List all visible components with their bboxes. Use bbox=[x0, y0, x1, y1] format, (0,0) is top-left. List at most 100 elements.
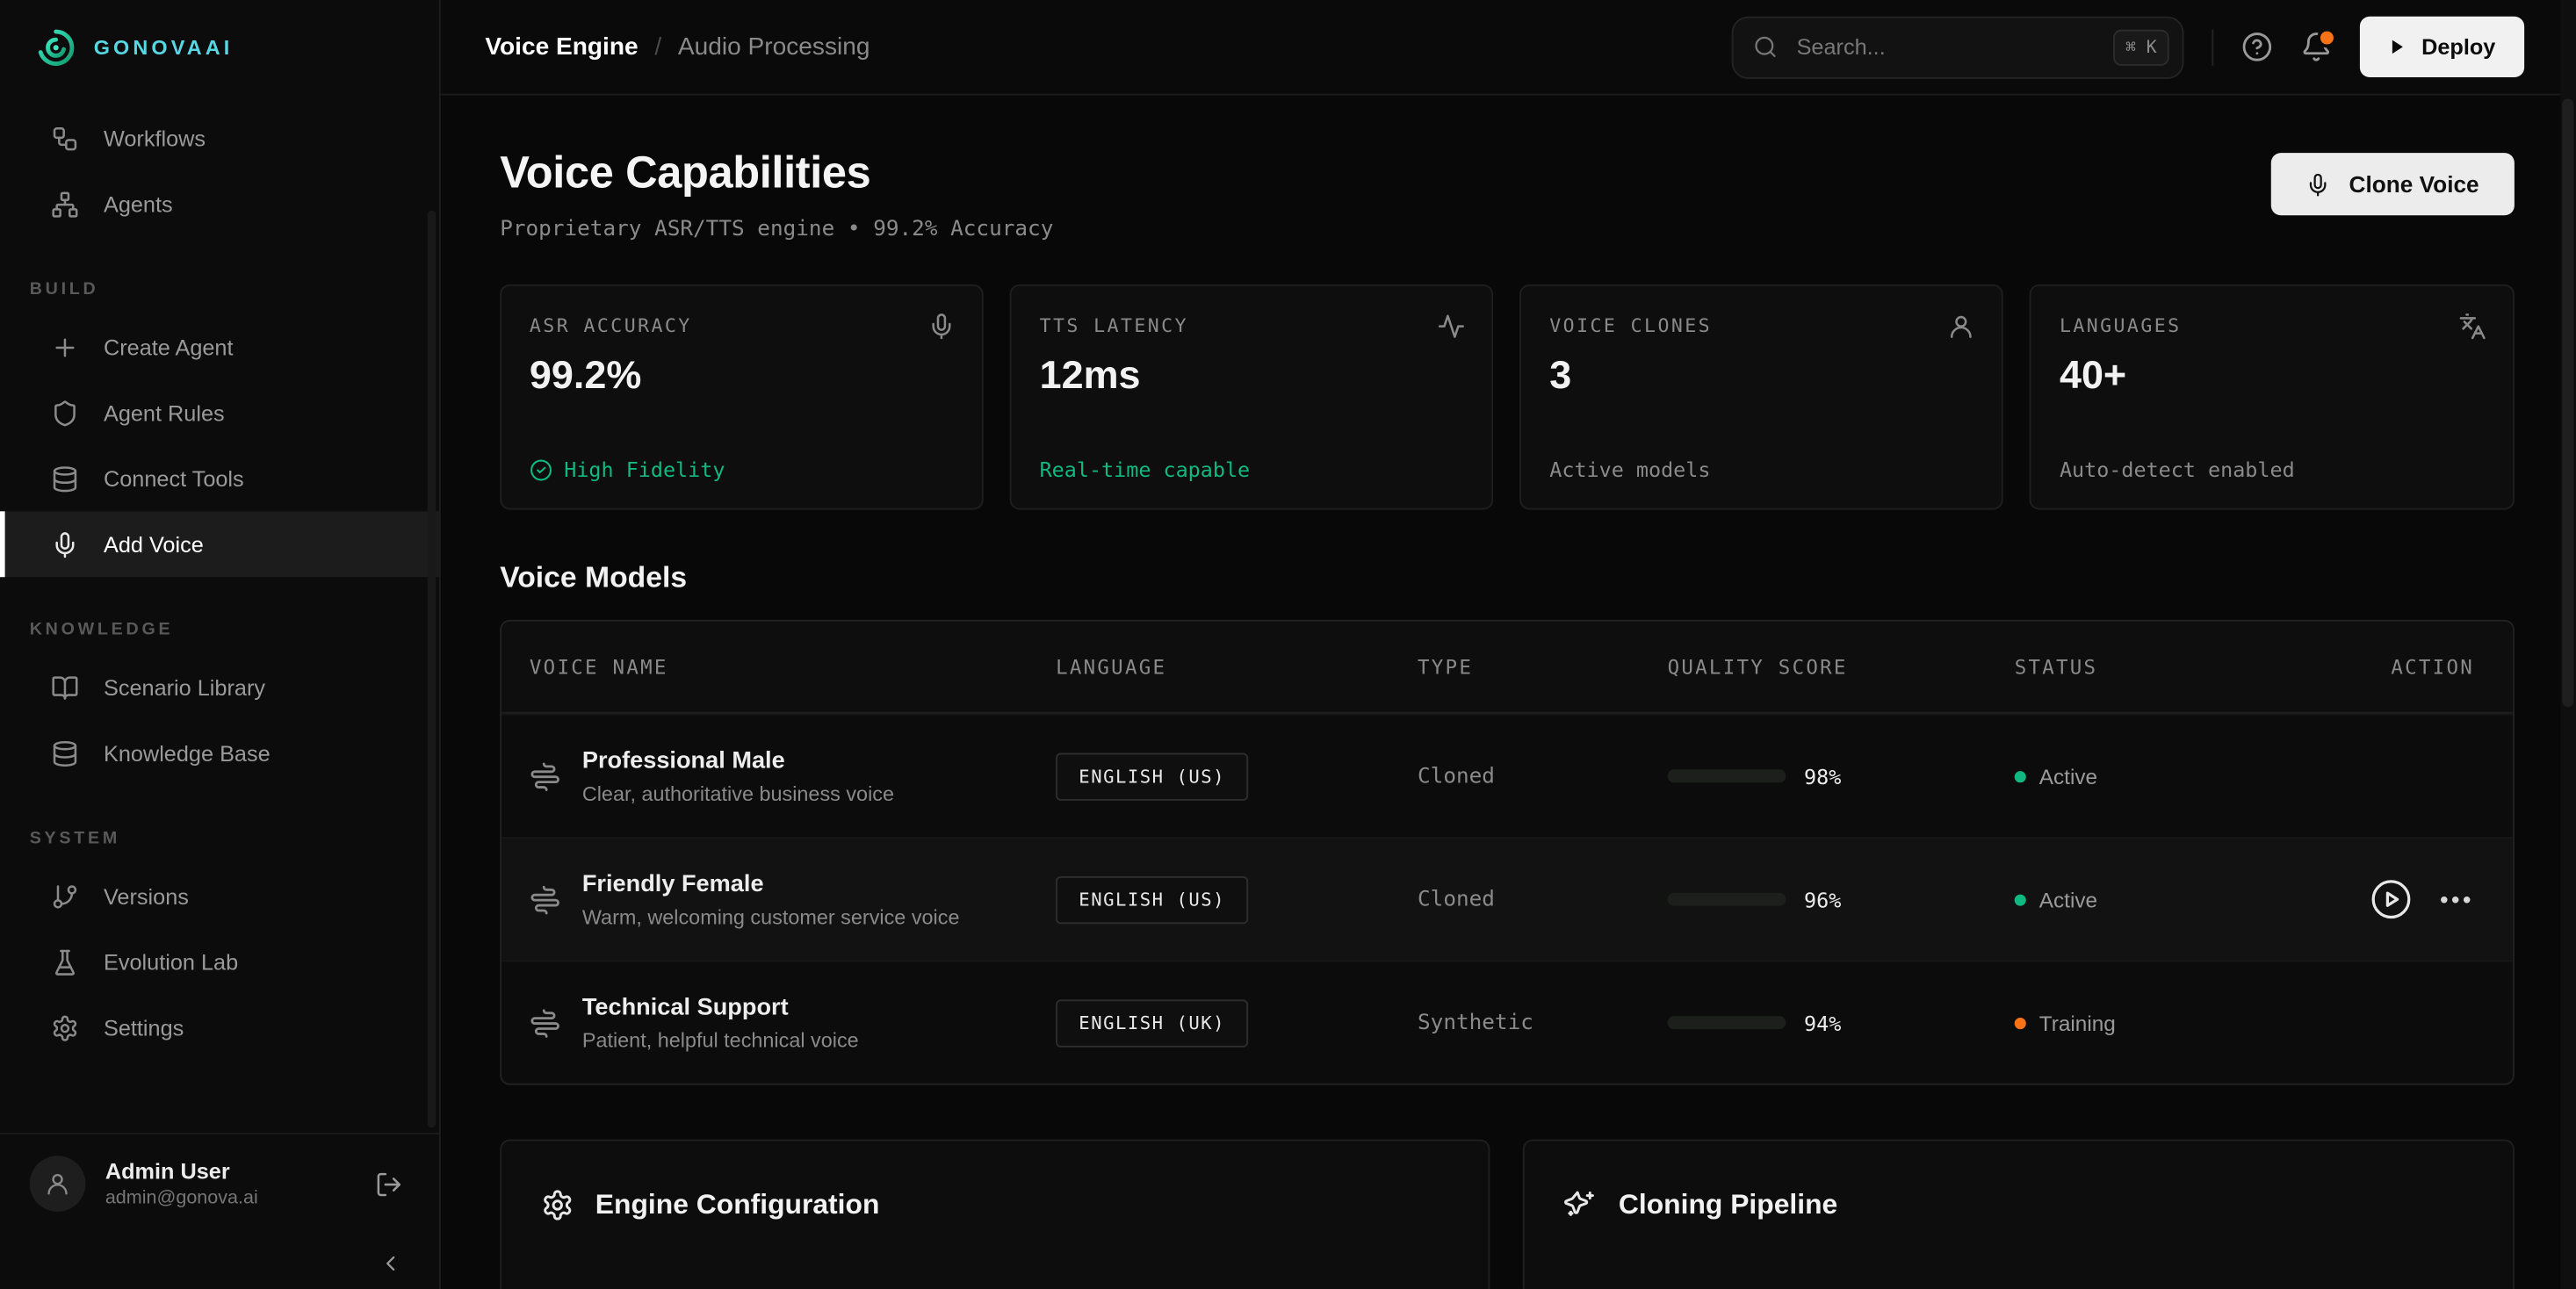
brand-logo[interactable]: GONOVAAI bbox=[0, 0, 439, 96]
sidebar-item-connect-tools[interactable]: Connect Tools bbox=[0, 445, 439, 511]
quality-score-label: 94% bbox=[1804, 1011, 1841, 1035]
brand-name: GONOVAAI bbox=[94, 36, 234, 59]
page-scrollbar-thumb[interactable] bbox=[2562, 98, 2573, 707]
page-head-text: Voice Capabilities Proprietary ASR/TTS e… bbox=[500, 148, 1053, 242]
voice-name: Professional Male bbox=[582, 747, 894, 774]
search-box[interactable]: ⌘ K bbox=[1733, 16, 2185, 78]
mic-icon bbox=[927, 313, 956, 341]
status-dot bbox=[2015, 1017, 2026, 1028]
page-content: Voice Capabilities Proprietary ASR/TTS e… bbox=[441, 96, 2576, 1289]
user-profile[interactable]: Admin User admin@gonova.ai bbox=[30, 1156, 410, 1212]
topbar-actions: ⌘ K Deploy bbox=[1733, 16, 2524, 78]
cloning-pipeline-panel[interactable]: Cloning Pipeline bbox=[1523, 1140, 2514, 1289]
column-header-quality-score: QUALITY SCORE bbox=[1668, 655, 2015, 678]
quality-progress-bar bbox=[1668, 1016, 1786, 1029]
logout-icon bbox=[375, 1170, 403, 1198]
stat-status: Real-time capable bbox=[1040, 457, 1464, 482]
user-email: admin@gonova.ai bbox=[105, 1189, 258, 1208]
user-icon bbox=[45, 1170, 71, 1197]
quality-progress-bar bbox=[1668, 893, 1786, 906]
panel-title: Cloning Pipeline bbox=[1619, 1189, 1837, 1221]
voice-name-cell: Technical Support Patient, helpful techn… bbox=[582, 994, 859, 1052]
sidebar-item-evolution-lab[interactable]: Evolution Lab bbox=[0, 929, 439, 995]
bottom-panels: Engine Configuration Cloning Pipeline bbox=[500, 1140, 2514, 1289]
play-voice-button[interactable] bbox=[2370, 878, 2413, 921]
stat-status: Auto-detect enabled bbox=[2060, 457, 2484, 482]
agents-icon bbox=[51, 190, 79, 218]
status-dot bbox=[2015, 894, 2026, 905]
sidebar-item-label: Settings bbox=[104, 1015, 184, 1040]
stat-label: VOICE CLONES bbox=[1549, 314, 1973, 337]
voice-type: Cloned bbox=[1418, 888, 1495, 912]
logout-button[interactable] bbox=[375, 1170, 403, 1198]
sidebar-item-versions[interactable]: Versions bbox=[0, 863, 439, 929]
sidebar-item-create-agent[interactable]: Create Agent bbox=[0, 314, 439, 380]
gear-icon bbox=[541, 1189, 574, 1221]
sidebar-item-add-voice[interactable]: Add Voice bbox=[0, 511, 439, 577]
table-row[interactable]: Friendly Female Warm, welcoming customer… bbox=[501, 837, 2512, 960]
sidebar-item-label: Agent Rules bbox=[104, 400, 225, 425]
user-meta: Admin User admin@gonova.ai bbox=[105, 1159, 258, 1208]
play-circle-icon bbox=[2370, 878, 2413, 921]
more-actions-button[interactable]: ••• bbox=[2440, 888, 2474, 911]
sidebar-item-label: Versions bbox=[104, 883, 189, 908]
stat-value: 12ms bbox=[1040, 354, 1464, 400]
quality-score-label: 98% bbox=[1804, 764, 1841, 789]
column-header-voice-name: VOICE NAME bbox=[501, 655, 1056, 678]
breadcrumb-page: Audio Processing bbox=[678, 32, 870, 61]
search-input[interactable] bbox=[1793, 32, 2046, 61]
language-badge: ENGLISH (US) bbox=[1056, 875, 1248, 923]
notifications-button[interactable] bbox=[2301, 32, 2333, 63]
sidebar-item-knowledge-base[interactable]: Knowledge Base bbox=[0, 720, 439, 786]
database-icon bbox=[51, 464, 79, 493]
voice-name: Technical Support bbox=[582, 994, 859, 1020]
sidebar-collapse-button[interactable] bbox=[379, 1251, 403, 1276]
column-header-type: TYPE bbox=[1418, 655, 1668, 678]
topbar-divider bbox=[2212, 29, 2214, 65]
deploy-label: Deploy bbox=[2421, 34, 2495, 59]
sidebar-item-label: Agents bbox=[104, 191, 173, 216]
main-column: Voice Engine / Audio Processing ⌘ K bbox=[441, 0, 2576, 1289]
page-scrollbar[interactable] bbox=[2559, 0, 2576, 1289]
voice-name-cell: Professional Male Clear, authoritative b… bbox=[582, 747, 894, 805]
engine-configuration-panel[interactable]: Engine Configuration bbox=[500, 1140, 1490, 1289]
table-header-row: VOICE NAME LANGUAGE TYPE QUALITY SCORE S… bbox=[501, 622, 2512, 714]
stat-card-tts-latency: TTS LATENCY 12ms Real-time capable bbox=[1010, 284, 1494, 510]
voice-description: Warm, welcoming customer service voice bbox=[582, 905, 960, 928]
stats-grid: ASR ACCURACY 99.2% High Fidelity TTS LAT… bbox=[500, 284, 2514, 510]
sidebar-item-settings[interactable]: Settings bbox=[0, 995, 439, 1061]
stat-label: LANGUAGES bbox=[2060, 314, 2484, 337]
status-text: Training bbox=[2039, 1011, 2116, 1035]
sidebar-footer: Admin User admin@gonova.ai bbox=[0, 1133, 439, 1289]
sidebar-item-agent-rules[interactable]: Agent Rules bbox=[0, 380, 439, 446]
page-title: Voice Capabilities bbox=[500, 148, 1053, 199]
breadcrumb-section[interactable]: Voice Engine bbox=[485, 32, 638, 61]
stat-status-text: Real-time capable bbox=[1040, 457, 1251, 482]
deploy-button[interactable]: Deploy bbox=[2361, 17, 2523, 77]
sidebar-item-agents[interactable]: Agents bbox=[0, 171, 439, 237]
clone-voice-label: Clone Voice bbox=[2349, 171, 2479, 198]
sidebar-item-workflows[interactable]: Workflows bbox=[0, 105, 439, 171]
sidebar-scrollbar-thumb[interactable] bbox=[428, 211, 436, 1128]
help-button[interactable] bbox=[2242, 32, 2274, 63]
sidebar-item-label: Scenario Library bbox=[104, 675, 265, 700]
voice-type: Cloned bbox=[1418, 765, 1495, 789]
stat-card-voice-clones: VOICE CLONES 3 Active models bbox=[1520, 284, 2004, 510]
stat-status-text: Active models bbox=[1549, 457, 1710, 482]
clone-voice-button[interactable]: Clone Voice bbox=[2272, 153, 2514, 215]
voice-description: Clear, authoritative business voice bbox=[582, 781, 894, 804]
topbar: Voice Engine / Audio Processing ⌘ K bbox=[441, 0, 2576, 96]
sidebar-item-scenario-library[interactable]: Scenario Library bbox=[0, 654, 439, 720]
table-row[interactable]: Technical Support Patient, helpful techn… bbox=[501, 960, 2512, 1083]
table-row[interactable]: Professional Male Clear, authoritative b… bbox=[501, 714, 2512, 837]
column-header-action: ACTION bbox=[2294, 655, 2512, 678]
status-cell: Training bbox=[2015, 1011, 2294, 1035]
panel-title: Engine Configuration bbox=[595, 1189, 880, 1221]
play-icon bbox=[2389, 38, 2407, 56]
git-branch-icon bbox=[51, 882, 79, 911]
sidebar-section-knowledge: KNOWLEDGE bbox=[0, 620, 439, 639]
sparkles-icon bbox=[1564, 1189, 1597, 1221]
voice-models-title: Voice Models bbox=[500, 560, 2514, 594]
stat-card-languages: LANGUAGES 40+ Auto-detect enabled bbox=[2030, 284, 2514, 510]
stat-value: 40+ bbox=[2060, 354, 2484, 400]
